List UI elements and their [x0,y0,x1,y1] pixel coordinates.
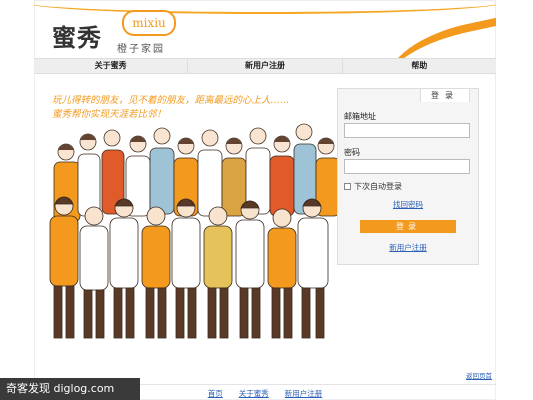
top-nav: 关于蜜秀 新用户注册 帮助 [34,58,496,74]
footer-home-link[interactable]: 首页 [208,388,223,399]
register-link[interactable]: 新用户注册 [338,242,478,253]
tagline: 玩儿得转的朋友，见不着的朋友，距离最远的心上人…… 蜜秀帮你实现天涯若比邻！ [52,94,352,122]
remember-label: 下次自动登录 [354,182,402,191]
login-tab[interactable]: 登录 [420,88,470,102]
crowd-illustration [49,123,341,339]
login-button[interactable]: 登录 [360,220,456,233]
password-label: 密码 [344,148,360,157]
footer-register-link[interactable]: 新用户注册 [285,388,323,399]
email-input[interactable] [344,123,470,138]
footer-about-link[interactable]: 关于蜜秀 [239,388,269,399]
email-label: 邮箱地址 [344,112,376,121]
tagline-line1: 玩儿得转的朋友，见不着的朋友，距离最远的心上人…… [52,95,290,106]
page: 蜜秀 mixiu 橙子家园 关于蜜秀 新用户注册 帮助 玩儿得转的朋友，见不着的… [34,0,496,400]
login-panel: 登录 邮箱地址 密码 下次自动登录 找回密码 登录 新用户注册 [337,88,479,265]
back-to-top-link[interactable]: 返回页首 [466,370,492,380]
header-swoosh-top [34,0,496,14]
logo-text[interactable]: 蜜秀 [52,18,102,53]
header-swoosh-right [380,11,496,58]
logo-bubble: mixiu [122,10,176,36]
crowd-front-row [49,196,329,339]
nav-register[interactable]: 新用户注册 [188,59,343,73]
password-input[interactable] [344,159,470,174]
nav-about[interactable]: 关于蜜秀 [34,59,189,73]
watermark: 奇客发现 diglog.com [0,378,140,400]
crowd-back-row [57,123,335,161]
remember-row: 下次自动登录 [344,181,402,192]
forgot-password-link[interactable]: 找回密码 [338,199,478,210]
logo-subtitle: 橙子家园 [117,44,165,55]
remember-checkbox[interactable] [344,183,351,190]
nav-help[interactable]: 帮助 [343,59,496,73]
header: 蜜秀 mixiu 橙子家园 [34,0,496,58]
